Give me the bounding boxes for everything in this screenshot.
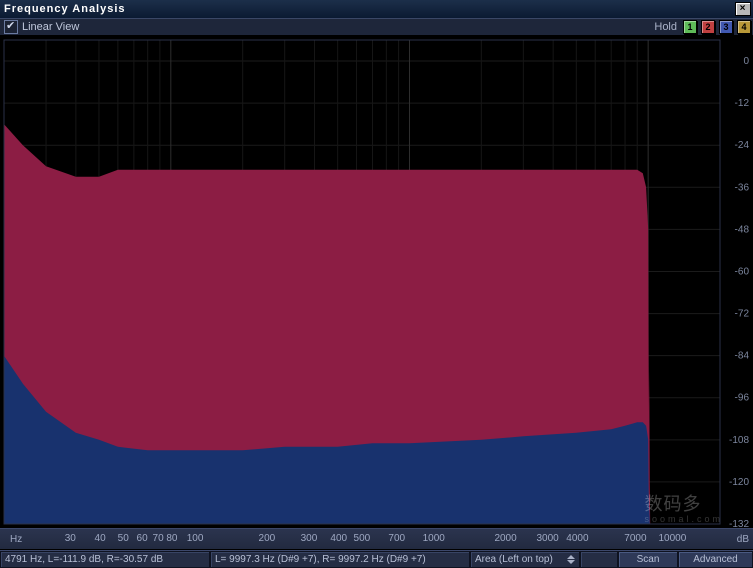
x-tick-label: 400 xyxy=(330,533,347,544)
x-tick-label: 1000 xyxy=(423,533,445,544)
hold-button-4[interactable]: 4 xyxy=(737,20,751,34)
svg-text:0: 0 xyxy=(743,56,749,67)
x-tick-label: 500 xyxy=(354,533,371,544)
close-button[interactable]: × xyxy=(735,2,751,16)
progress-cell xyxy=(580,551,618,568)
title-bar: Frequency Analysis × xyxy=(0,0,753,18)
x-tick-label: 60 xyxy=(137,533,148,544)
svg-text:-24: -24 xyxy=(735,140,750,151)
x-axis-unit: Hz xyxy=(10,534,22,545)
svg-text:-72: -72 xyxy=(735,309,750,320)
window-title: Frequency Analysis xyxy=(4,3,126,15)
peaks-readout: L= 9997.3 Hz (D#9 +7), R= 9997.2 Hz (D#9… xyxy=(210,551,470,568)
y-axis-unit: dB xyxy=(737,534,749,545)
x-tick-label: 30 xyxy=(65,533,76,544)
hold-button-2[interactable]: 2 xyxy=(701,20,715,34)
toolbar: Linear View Hold 1 2 3 4 xyxy=(0,18,753,36)
area-label: Area (Left on top) xyxy=(475,554,553,565)
linear-view-label: Linear View xyxy=(22,21,79,33)
svg-text:-132: -132 xyxy=(729,519,749,528)
x-tick-label: 700 xyxy=(388,533,405,544)
svg-text:-36: -36 xyxy=(735,182,750,193)
status-bar: 4791 Hz, L=-111.9 dB, R=-30.57 dB L= 999… xyxy=(0,550,753,568)
svg-text:-108: -108 xyxy=(729,435,749,446)
x-tick-label: 3000 xyxy=(536,533,558,544)
hold-group: Hold 1 2 3 4 xyxy=(654,20,751,34)
x-tick-label: 100 xyxy=(187,533,204,544)
linear-view-checkbox[interactable] xyxy=(4,20,18,34)
x-tick-label: 2000 xyxy=(494,533,516,544)
x-tick-label: 10000 xyxy=(658,533,686,544)
x-tick-label: 50 xyxy=(118,533,129,544)
hold-label: Hold xyxy=(654,21,677,33)
close-icon: × xyxy=(740,3,747,14)
svg-text:-60: -60 xyxy=(735,266,750,277)
svg-text:-120: -120 xyxy=(729,477,749,488)
x-tick-label: 80 xyxy=(166,533,177,544)
x-tick-label: 4000 xyxy=(566,533,588,544)
svg-text:-96: -96 xyxy=(735,393,750,404)
svg-text:-84: -84 xyxy=(735,351,750,362)
chart-canvas: 0 -12 -24 -36 -48 -60 -72 -84 -96 -108 -120 -132 xyxy=(0,36,753,528)
spinner-icon xyxy=(567,555,575,564)
svg-text:-48: -48 xyxy=(735,224,750,235)
x-tick-label: 40 xyxy=(95,533,106,544)
x-tick-label: 200 xyxy=(259,533,276,544)
cursor-readout: 4791 Hz, L=-111.9 dB, R=-30.57 dB xyxy=(0,551,210,568)
x-axis-strip: Hz 30 40 50 60 7080 100 200 300 400 500 700 1000 200… xyxy=(0,528,753,550)
advanced-button[interactable]: Advanced xyxy=(678,551,753,568)
hold-button-3[interactable]: 3 xyxy=(719,20,733,34)
scan-button[interactable]: Scan xyxy=(618,551,678,568)
svg-text:-12: -12 xyxy=(735,98,750,109)
x-axis-labels: 30 40 50 60 7080 100 200 300 400 500 700 1000 2000 30… xyxy=(28,529,733,549)
x-tick-label: 300 xyxy=(301,533,318,544)
frequency-chart[interactable]: 0-12-24-36-48-60-72-84-96-108-120-132 数码… xyxy=(0,36,753,528)
area-selector[interactable]: Area (Left on top) xyxy=(470,551,580,568)
hold-button-1[interactable]: 1 xyxy=(683,20,697,34)
x-tick-label: 70 xyxy=(153,533,164,544)
x-tick-label: 7000 xyxy=(624,533,646,544)
